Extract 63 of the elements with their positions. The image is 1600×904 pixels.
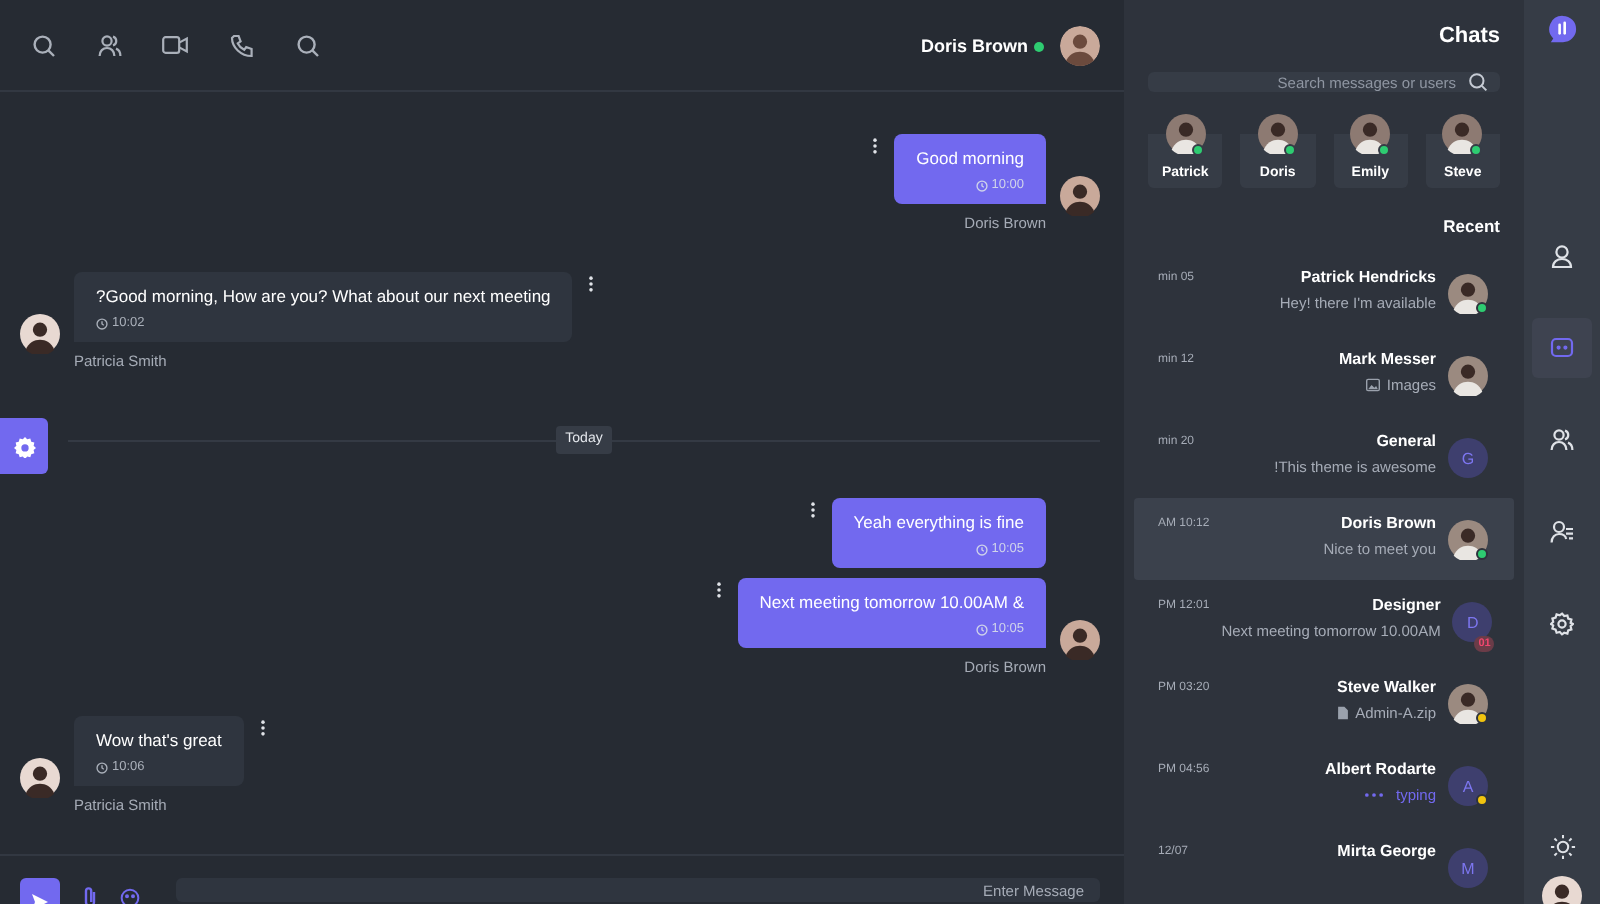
search-icon[interactable] [30,32,56,58]
phone-icon[interactable] [228,32,254,58]
clock-icon [975,623,988,635]
gear-icon [13,435,35,457]
more-icon[interactable] [872,138,879,154]
avatar [1257,114,1298,154]
more-icon[interactable] [809,502,816,518]
emoji-icon[interactable] [120,886,140,904]
file-icon [1335,706,1350,720]
avatar [1350,114,1391,154]
clock-icon [96,317,108,329]
avatar [1448,356,1488,396]
message-text: Good morning [916,148,1024,168]
search-icon[interactable] [1468,72,1488,92]
more-icon[interactable] [715,582,722,598]
chat-name: Patrick Hendricks [1300,268,1436,286]
chat-name: Mark Messer [1339,350,1436,368]
message-text: Wow that's great [96,730,222,750]
users-icon[interactable] [96,32,122,58]
avatar [20,314,60,354]
avatar [1060,620,1100,660]
message-text: ?Good morning, How are you? What about our next meeting [96,286,551,306]
avatar: M [1448,848,1488,888]
avatar [1165,114,1206,154]
settings-button[interactable] [0,418,48,474]
chat-name: Albert Rodarte [1324,760,1436,778]
avatar [1448,684,1488,724]
chat-name: Steve Walker [1336,678,1436,696]
avatar: A [1448,766,1488,806]
avatar [1442,114,1483,154]
paperclip-icon[interactable] [80,886,100,904]
message-text: Yeah everything is fine [853,512,1024,532]
more-icon[interactable] [259,720,266,736]
chat-icon [1550,336,1574,360]
message-text: Next meeting tomorrow 10.00AM & [759,592,1024,612]
avatar [1448,520,1488,560]
clock-icon [975,179,988,191]
settings-icon [1550,612,1574,636]
avatar [20,758,60,798]
sun-icon[interactable] [1549,834,1575,860]
chat-name: General [1376,432,1436,450]
chat-name: Mirta George [1337,842,1436,860]
typing-icon [1363,792,1384,798]
chat-name: Doris Brown [1340,514,1436,532]
avatar [1060,25,1100,65]
avatar [1448,274,1488,314]
user-icon [1550,244,1574,268]
users-icon [1550,428,1574,452]
search-icon[interactable] [294,32,320,58]
section-title: Recent [1443,216,1500,236]
video-icon[interactable] [162,32,188,58]
avatar [1060,176,1100,216]
logo-icon [1547,14,1577,44]
panel-title: Chats [1438,24,1500,48]
chat-name: Designer [1372,596,1441,614]
contact-name: Doris Brown [920,35,1028,55]
clock-icon [975,543,988,555]
clock-icon [96,761,108,773]
image-icon [1366,378,1381,392]
avatar[interactable] [1542,876,1582,904]
more-icon[interactable] [588,276,595,292]
contacts-icon [1550,520,1574,544]
avatar: G [1448,438,1488,478]
